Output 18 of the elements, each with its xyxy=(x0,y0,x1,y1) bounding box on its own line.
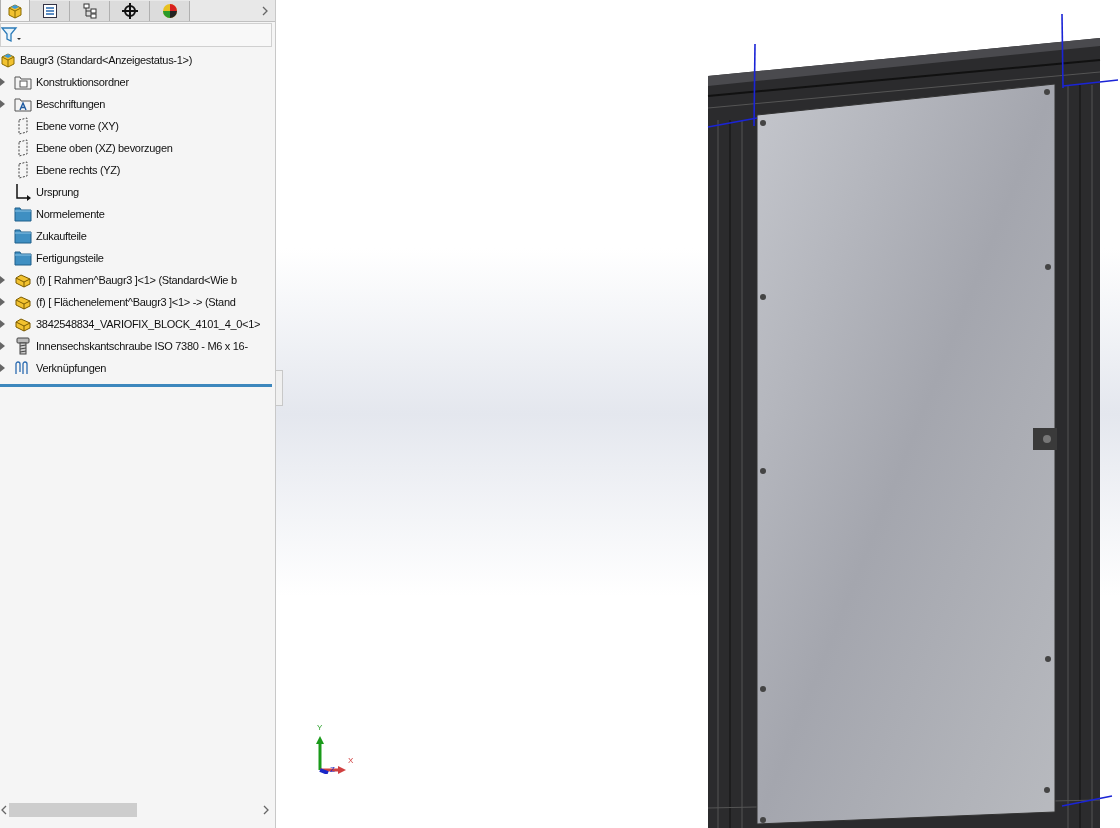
tree-item[interactable]: Zukaufteile xyxy=(36,227,87,245)
tree-item[interactable]: 3842548834_VARIOFIX_BLOCK_4101_4_0<1> xyxy=(36,315,261,333)
tree-item[interactable]: Normelemente xyxy=(36,205,105,223)
z-axis-label: Z xyxy=(330,766,335,774)
tree-item[interactable]: Konstruktionsordner xyxy=(36,73,129,91)
tree-root-item[interactable]: Baugr3 (Standard<Anzeigestatus-1>) xyxy=(20,51,193,69)
x-axis-label: X xyxy=(348,757,354,765)
tree-item[interactable]: (f) [ Flächenelement^Baugr3 ]<1> -> (Stand xyxy=(36,293,236,311)
tree-item[interactable]: Ebene oben (XZ) bevorzugen xyxy=(36,139,173,157)
tree-item[interactable]: Verknüpfungen xyxy=(36,359,107,377)
tree-item[interactable]: Ursprung xyxy=(36,183,79,201)
tree-item[interactable]: Fertigungsteile xyxy=(36,249,104,267)
tree-item[interactable]: Ebene vorne (XY) xyxy=(36,117,119,135)
y-axis-label: Y xyxy=(317,724,323,732)
tree-item[interactable]: Innensechskantschraube ISO 7380 - M6 x 16- xyxy=(36,337,248,355)
tree-item[interactable]: Ebene rechts (YZ) xyxy=(36,161,121,179)
tree-item[interactable]: (f) [ Rahmen^Baugr3 ]<1> (Standard<Wie b xyxy=(36,271,237,289)
tree-item[interactable]: Beschriftungen xyxy=(36,95,106,113)
